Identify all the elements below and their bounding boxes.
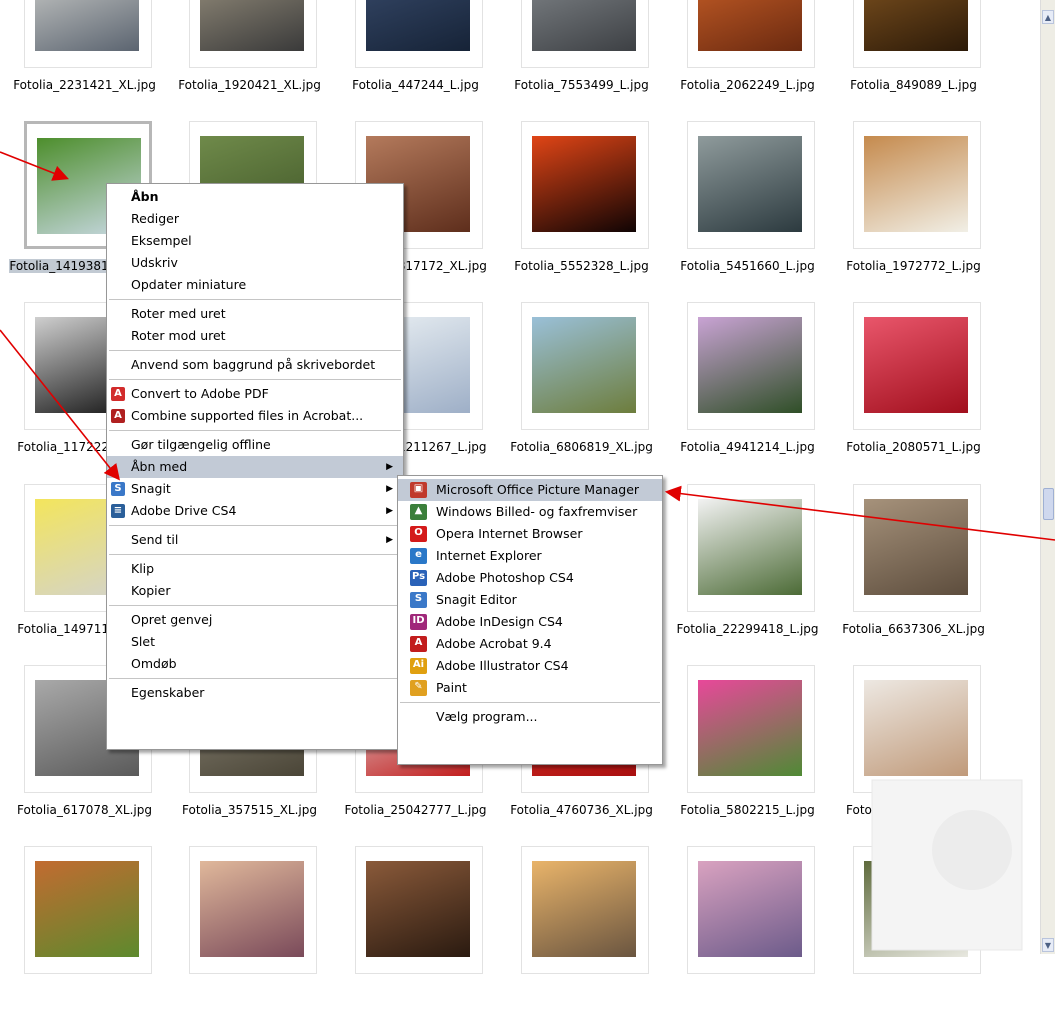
arrow-to-selected-file	[0, 151, 69, 181]
arrow-to-picture-manager	[664, 485, 1055, 541]
arrow-to-open-with	[0, 329, 120, 481]
annotation-arrows	[0, 151, 1055, 541]
